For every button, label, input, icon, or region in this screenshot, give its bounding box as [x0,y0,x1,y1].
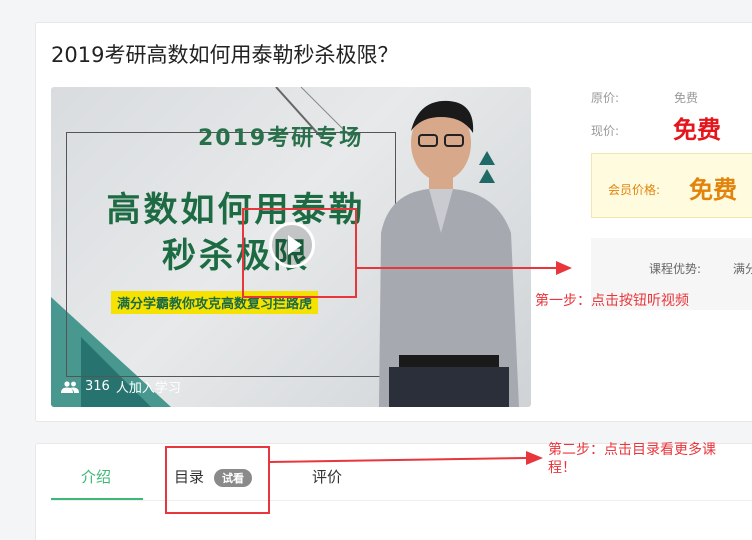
step2-annotation-line1: 第二步：点击目录看更多课 [548,442,716,458]
step1-annotation: 第一步：点击按钮听视频 [535,293,689,309]
step2-annotation-line2: 程！ [548,460,576,476]
step2-annotation: 第二步：点击目录看更多课 程！ [548,441,752,477]
